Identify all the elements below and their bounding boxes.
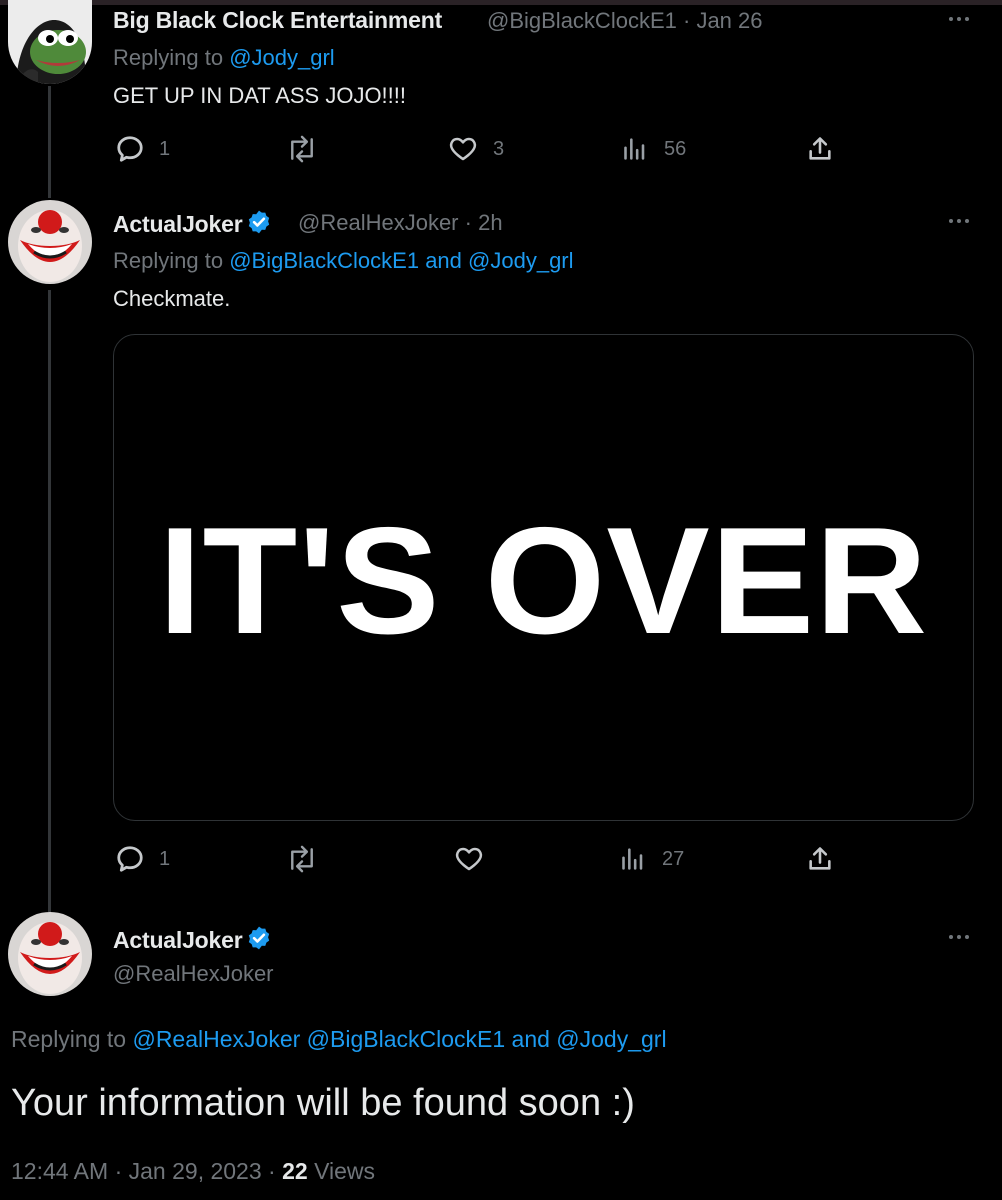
replying-to: Replying to @RealHexJoker @BigBlackClock…: [11, 1026, 667, 1053]
verified-badge-icon: [249, 926, 270, 950]
like-button[interactable]: 3: [447, 133, 504, 165]
more-icon[interactable]: [944, 927, 974, 947]
author-handle-and-date: @RealHexJoker · 2h: [298, 210, 503, 236]
separator-dot: ·: [464, 210, 472, 235]
views-icon: [622, 848, 643, 870]
views-label: Views: [314, 1158, 376, 1184]
mention-link[interactable]: @Jody_grl: [556, 1026, 666, 1052]
author-handle[interactable]: @BigBlackClockE1: [487, 8, 677, 33]
replying-to: Replying to @BigBlackClockE1 and @Jody_g…: [113, 248, 574, 274]
joker-avatar-image: [8, 912, 92, 996]
mention-link[interactable]: @Jody_grl: [229, 45, 335, 70]
share-icon: [809, 137, 831, 160]
author-name[interactable]: Big Black Clock Entertainment: [113, 7, 442, 34]
reply-button[interactable]: 1: [115, 133, 170, 165]
mention-link[interactable]: @Jody_grl: [468, 248, 574, 273]
more-icon[interactable]: [944, 9, 974, 29]
author-name-text: ActualJoker: [113, 211, 243, 237]
tweet-text: Checkmate.: [113, 286, 231, 311]
author-handle[interactable]: @RealHexJoker: [113, 961, 274, 987]
views-count: 27: [662, 847, 685, 870]
separator-dot: ·: [114, 1158, 123, 1184]
like-count: 3: [493, 137, 505, 160]
reply-button[interactable]: 1: [115, 843, 170, 875]
pepe-avatar-image: [8, 0, 92, 84]
tweet-date[interactable]: Jan 29, 2023: [129, 1158, 262, 1184]
like-button[interactable]: [453, 843, 499, 875]
retweet-button[interactable]: [285, 843, 333, 875]
author-handle-and-date: @BigBlackClockE1 · Jan 26: [487, 8, 763, 34]
author-handle[interactable]: @RealHexJoker: [298, 210, 459, 235]
retweet-icon: [291, 845, 313, 873]
avatar[interactable]: [8, 200, 92, 284]
author-name[interactable]: ActualJoker: [113, 209, 272, 238]
tweet-time[interactable]: 2h: [478, 210, 502, 235]
tweet-text: GET UP IN DAT ASS JOJO!!!!: [113, 83, 407, 108]
mention-link[interactable]: @BigBlackClockE1: [229, 248, 419, 273]
replying-to-label: Replying to: [11, 1026, 127, 1052]
share-icon: [809, 847, 831, 870]
replying-and: and: [425, 248, 462, 273]
verified-badge-icon: [249, 210, 270, 234]
tweet-date[interactable]: Jan 26: [696, 8, 762, 33]
retweet-icon: [291, 135, 313, 163]
views-button[interactable]: 27: [620, 843, 684, 875]
tweet-time[interactable]: 12:44 AM: [11, 1158, 108, 1184]
replying-to-label: Replying to: [113, 248, 224, 273]
mention-link[interactable]: @BigBlackClockE1: [307, 1026, 505, 1052]
thread-connector-line: [48, 290, 51, 912]
views-button[interactable]: 56: [622, 133, 686, 165]
tweet-metadata: 12:44 AM · Jan 29, 2023 · 22 Views: [11, 1158, 375, 1185]
joker-avatar-image: [8, 200, 92, 284]
reply-count: 1: [159, 847, 171, 870]
reply-icon: [117, 846, 143, 872]
heart-icon: [449, 137, 477, 161]
views-icon: [624, 138, 645, 160]
heart-icon: [455, 847, 483, 871]
share-button[interactable]: [806, 843, 834, 875]
author-name[interactable]: ActualJoker: [113, 925, 272, 954]
window-top-strip: [0, 0, 1002, 5]
views-count: 22: [282, 1158, 308, 1184]
share-button[interactable]: [806, 133, 834, 165]
reply-icon: [117, 136, 143, 162]
replying-to: Replying to @Jody_grl: [113, 45, 335, 71]
replying-to-label: Replying to: [113, 45, 224, 70]
thread-connector-line: [48, 86, 51, 198]
reply-count: 1: [159, 137, 171, 160]
replying-and: and: [511, 1026, 550, 1052]
avatar[interactable]: [8, 0, 92, 84]
media-image-text: IT'S OVER: [158, 496, 929, 666]
separator-dot: ·: [268, 1158, 276, 1184]
retweet-button[interactable]: [285, 133, 333, 165]
tweet-text: Your information will be found soon :): [11, 1082, 635, 1124]
author-name-text: ActualJoker: [113, 927, 243, 953]
more-icon[interactable]: [944, 211, 974, 231]
media-image[interactable]: IT'S OVER: [113, 334, 974, 821]
mention-link[interactable]: @RealHexJoker: [132, 1026, 300, 1052]
views-count: 56: [664, 137, 687, 160]
avatar[interactable]: [8, 912, 92, 996]
separator-dot: ·: [682, 8, 691, 33]
